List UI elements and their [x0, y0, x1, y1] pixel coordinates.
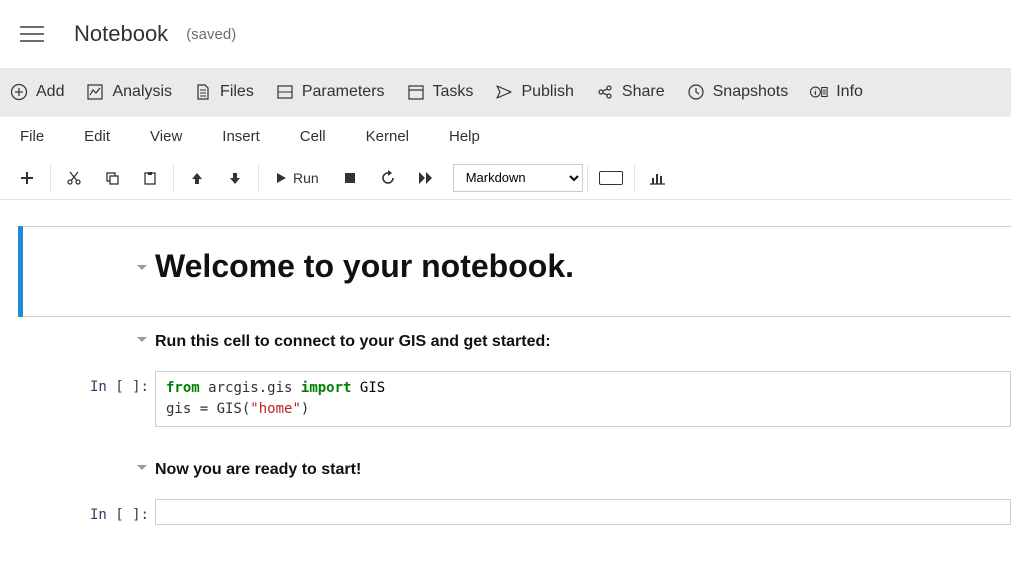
snapshots-label: Snapshots — [713, 83, 789, 101]
menu-insert[interactable]: Insert — [222, 128, 260, 145]
collapse-toggle[interactable] — [135, 264, 149, 272]
collapse-toggle[interactable] — [135, 336, 149, 344]
input-prompt: In [ ]: — [85, 377, 149, 395]
keyboard-icon — [599, 171, 623, 185]
markdown-cell[interactable]: Run this cell to connect to your GIS and… — [0, 329, 1011, 351]
publish-button[interactable]: Publish — [495, 83, 573, 101]
cell-text: Run this cell to connect to your GIS and… — [155, 329, 1011, 351]
parameters-icon — [276, 83, 294, 101]
copy-button[interactable] — [93, 162, 131, 194]
module-name: arcgis.gis — [208, 380, 292, 396]
kw-import: import — [301, 380, 352, 396]
cell-type-select[interactable]: Markdown — [453, 164, 583, 192]
string-literal: "home" — [250, 401, 301, 417]
code-cell[interactable]: In [ ]: from arcgis.gis import GIS gis =… — [0, 371, 1011, 427]
cell-heading: Welcome to your notebook. — [155, 248, 1011, 285]
chart-button[interactable] — [639, 162, 677, 194]
menu-bar: File Edit View Insert Cell Kernel Help — [0, 116, 1011, 156]
markdown-cell-selected[interactable]: Welcome to your notebook. — [0, 200, 1011, 303]
files-label: Files — [220, 83, 254, 101]
app-toolbar: Add Analysis Files Parameters Tasks Publ… — [0, 68, 1011, 116]
publish-icon — [495, 83, 513, 101]
divider — [50, 165, 51, 191]
add-button[interactable]: Add — [10, 83, 64, 101]
run-label: Run — [293, 170, 319, 186]
tasks-button[interactable]: Tasks — [407, 83, 474, 101]
tasks-label: Tasks — [433, 83, 474, 101]
menu-view[interactable]: View — [150, 128, 182, 145]
run-button[interactable]: Run — [263, 162, 331, 194]
info-label: Info — [836, 83, 863, 101]
clock-icon — [687, 83, 705, 101]
info-icon — [810, 83, 828, 101]
parameters-label: Parameters — [302, 83, 385, 101]
calendar-icon — [407, 83, 425, 101]
hamburger-icon[interactable] — [20, 22, 44, 46]
selection-indicator — [18, 226, 23, 317]
page-title: Notebook — [74, 21, 168, 47]
divider — [173, 165, 174, 191]
restart-kernel-button[interactable] — [369, 162, 407, 194]
share-icon — [596, 83, 614, 101]
insert-cell-button[interactable] — [8, 162, 46, 194]
analysis-button[interactable]: Analysis — [86, 83, 172, 101]
cell-text: Now you are ready to start! — [155, 457, 1011, 479]
markdown-cell[interactable]: Now you are ready to start! — [0, 457, 1011, 479]
plus-circle-icon — [10, 83, 28, 101]
menu-cell[interactable]: Cell — [300, 128, 326, 145]
analysis-label: Analysis — [112, 83, 172, 101]
kw-from: from — [166, 380, 200, 396]
info-button[interactable]: Info — [810, 83, 863, 101]
share-label: Share — [622, 83, 665, 101]
action-toolbar: Run Markdown — [0, 156, 1011, 200]
divider — [587, 165, 588, 191]
collapse-toggle[interactable] — [135, 464, 149, 472]
class-name: GIS — [360, 380, 385, 396]
divider — [258, 165, 259, 191]
top-header: Notebook (saved) — [0, 0, 1011, 68]
publish-label: Publish — [521, 83, 573, 101]
share-button[interactable]: Share — [596, 83, 665, 101]
menu-help[interactable]: Help — [449, 128, 480, 145]
divider — [634, 165, 635, 191]
cut-button[interactable] — [55, 162, 93, 194]
code-input[interactable] — [155, 499, 1011, 525]
saved-status: (saved) — [186, 26, 236, 43]
add-label: Add — [36, 83, 64, 101]
keyboard-button[interactable] — [592, 162, 630, 194]
menu-edit[interactable]: Edit — [84, 128, 110, 145]
snapshots-button[interactable]: Snapshots — [687, 83, 789, 101]
stop-button[interactable] — [331, 162, 369, 194]
paste-button[interactable] — [131, 162, 169, 194]
code-text: gis = GIS( — [166, 401, 250, 417]
parameters-button[interactable]: Parameters — [276, 83, 385, 101]
fast-forward-button[interactable] — [407, 162, 445, 194]
analysis-icon — [86, 83, 104, 101]
code-text: ) — [301, 401, 309, 417]
input-prompt: In [ ]: — [85, 505, 149, 523]
file-icon — [194, 83, 212, 101]
code-cell[interactable]: In [ ]: — [0, 499, 1011, 525]
files-button[interactable]: Files — [194, 83, 254, 101]
move-up-button[interactable] — [178, 162, 216, 194]
menu-kernel[interactable]: Kernel — [366, 128, 409, 145]
move-down-button[interactable] — [216, 162, 254, 194]
code-input[interactable]: from arcgis.gis import GIS gis = GIS("ho… — [155, 371, 1011, 427]
notebook-container: Welcome to your notebook. Run this cell … — [0, 200, 1011, 525]
menu-file[interactable]: File — [20, 128, 44, 145]
